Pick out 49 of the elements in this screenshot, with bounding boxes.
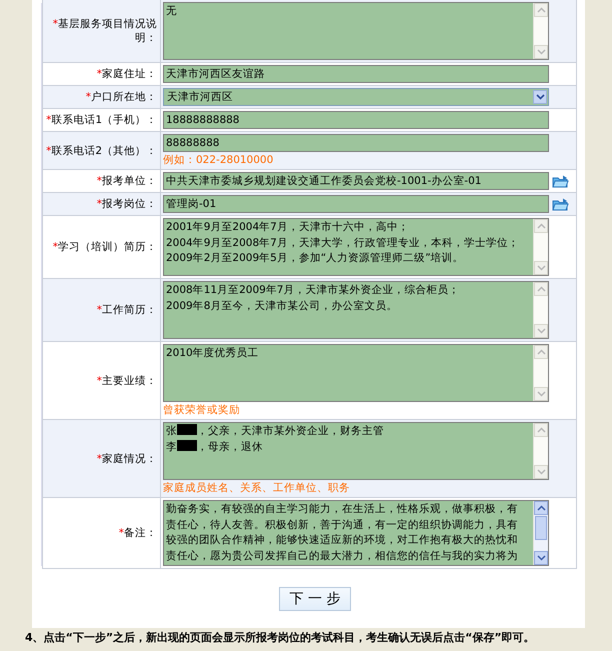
scrollbar[interactable] bbox=[533, 282, 548, 338]
text-area-field[interactable]: 无 bbox=[163, 2, 549, 60]
text-area-field[interactable]: 2010年度优秀员工 bbox=[163, 344, 549, 402]
next-step-button[interactable]: 下 一 步 bbox=[278, 587, 352, 611]
text-area-field[interactable]: 勤奋务实，有较强的自主学习能力，在生活上，性格乐观，做事积极，有 责任心，待人友善。积极创新，善于沟通，有一定的组织协调能力，具有 较强的团队合作精神，能够快速适应新的环境，对工作抱有极大的热忱和 责任心，愿为贵公司发挥自己的最大潜力，相信您的信任与我的实力将为 bbox=[163, 500, 549, 566]
field-label: *联系电话1（手机）： bbox=[46, 113, 157, 127]
field-label: *联系电话2（其他）： bbox=[46, 144, 157, 158]
scrollbar[interactable] bbox=[533, 345, 548, 401]
text-area-field[interactable]: 2008年11月至2009年7月，天津市某外资企业，综合柜员； 2009年8月至今，天津市某公司，办公室文员。 bbox=[163, 281, 549, 339]
scrollbar[interactable] bbox=[533, 219, 548, 275]
caret-down-icon[interactable] bbox=[536, 265, 546, 271]
field-label: *报考岗位： bbox=[96, 197, 157, 211]
caret-down-icon[interactable] bbox=[536, 391, 546, 397]
text-input-field[interactable]: 88888888 bbox=[163, 134, 549, 152]
hint-text: 家庭成员姓名、关系、工作单位、职务 bbox=[163, 481, 350, 495]
scrollbar[interactable] bbox=[533, 3, 548, 59]
field-label: *户口所在地： bbox=[86, 90, 157, 104]
field-label: *备注： bbox=[118, 526, 157, 540]
text-input-field[interactable]: 天津市河西区友谊路 bbox=[163, 65, 549, 83]
caret-up-icon[interactable] bbox=[536, 427, 546, 433]
field-label: *工作简历： bbox=[96, 303, 157, 317]
scrollbar[interactable] bbox=[533, 423, 548, 479]
field-label: *学习（培训）简历： bbox=[52, 240, 157, 254]
field-label: *主要业绩： bbox=[96, 374, 157, 388]
text-input-field[interactable]: 管理岗-01 bbox=[163, 195, 549, 213]
instruction-text: 4、点击“下一步”之后，新出现的页面会显示所报考岗位的考试科目，考生确认无误后点击“保存”即可。 bbox=[24, 630, 536, 646]
field-label: *报考单位： bbox=[96, 174, 157, 188]
caret-down-icon[interactable] bbox=[536, 555, 546, 561]
caret-up-icon[interactable] bbox=[536, 505, 546, 511]
folder-icon[interactable] bbox=[552, 174, 569, 188]
hint-text: 曾获荣誉或奖励 bbox=[163, 403, 240, 417]
text-area-field[interactable]: 2001年9月至2004年7月，天津市十六中，高中； 2004年9月至2008年7月，天津大学，行政管理专业，本科，学士学位； 2009年2月至2009年5月，参加“人力资源管理师二级”培训。 bbox=[163, 218, 549, 276]
caret-up-icon[interactable] bbox=[536, 7, 546, 13]
text-area-field[interactable]: 张 ，父亲，天津市某外资企业，财务主管 李 ，母亲，退休 bbox=[163, 422, 549, 480]
caret-up-icon[interactable] bbox=[536, 286, 546, 292]
caret-down-icon[interactable] bbox=[536, 469, 546, 475]
folder-icon[interactable] bbox=[552, 198, 569, 210]
field-label: *基层服务项目情况说明： bbox=[52, 17, 157, 45]
text-input-field[interactable]: 中共天津市委城乡规划建设交通工作委员会党校-1001-办公室-01 bbox=[163, 172, 549, 190]
caret-up-icon[interactable] bbox=[536, 223, 546, 229]
caret-down-icon[interactable] bbox=[536, 49, 546, 55]
field-label: *家庭住址： bbox=[96, 67, 157, 81]
caret-up-icon[interactable] bbox=[536, 349, 546, 355]
scrollbar[interactable] bbox=[533, 501, 548, 565]
dropdown-field[interactable]: 天津市河西区 bbox=[163, 88, 549, 106]
field-label: *家庭情况： bbox=[96, 452, 157, 466]
text-input-field[interactable]: 18888888888 bbox=[163, 111, 549, 129]
hint-text: 例如：022-28010000 bbox=[163, 153, 274, 167]
caret-down-icon[interactable] bbox=[536, 328, 546, 334]
